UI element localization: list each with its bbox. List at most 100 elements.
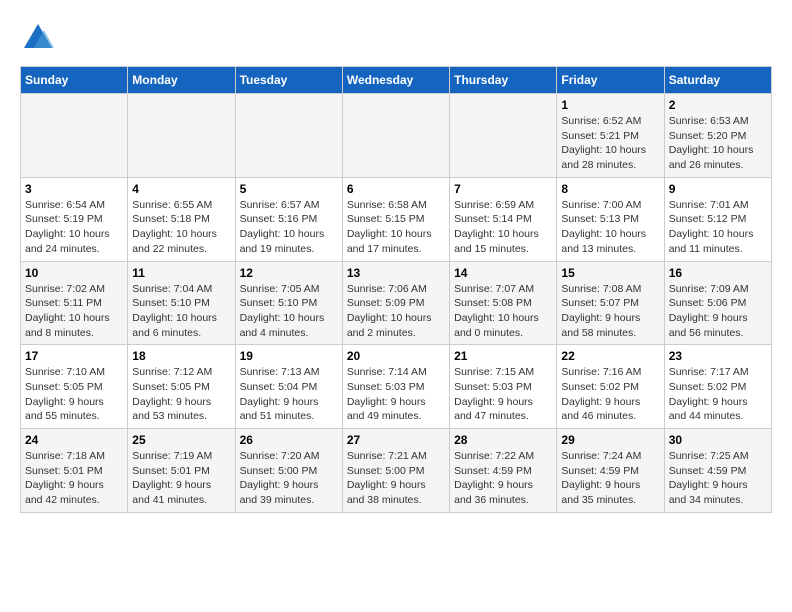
day-number: 24: [25, 433, 123, 447]
day-number: 16: [669, 266, 767, 280]
calendar-cell: 10 Sunrise: 7:02 AM Sunset: 5:11 PM Dayli…: [21, 261, 128, 345]
day-info: Sunrise: 7:05 AM Sunset: 5:10 PM Dayligh…: [240, 282, 338, 341]
day-number: 25: [132, 433, 230, 447]
calendar-week-row: 10 Sunrise: 7:02 AM Sunset: 5:11 PM Dayli…: [21, 261, 772, 345]
day-info: Sunrise: 7:24 AM Sunset: 4:59 PM Dayligh…: [561, 449, 659, 508]
calendar-cell: 19 Sunrise: 7:13 AM Sunset: 5:04 PM Dayli…: [235, 345, 342, 429]
day-number: 26: [240, 433, 338, 447]
day-number: 19: [240, 349, 338, 363]
calendar-cell: [235, 94, 342, 178]
day-info: Sunrise: 7:22 AM Sunset: 4:59 PM Dayligh…: [454, 449, 552, 508]
day-info: Sunrise: 7:25 AM Sunset: 4:59 PM Dayligh…: [669, 449, 767, 508]
day-info: Sunrise: 7:15 AM Sunset: 5:03 PM Dayligh…: [454, 365, 552, 424]
day-info: Sunrise: 7:09 AM Sunset: 5:06 PM Dayligh…: [669, 282, 767, 341]
calendar-cell: 20 Sunrise: 7:14 AM Sunset: 5:03 PM Dayli…: [342, 345, 449, 429]
day-info: Sunrise: 7:02 AM Sunset: 5:11 PM Dayligh…: [25, 282, 123, 341]
day-header-sunday: Sunday: [21, 67, 128, 94]
calendar-cell: 13 Sunrise: 7:06 AM Sunset: 5:09 PM Dayli…: [342, 261, 449, 345]
calendar-cell: [450, 94, 557, 178]
calendar-cell: 15 Sunrise: 7:08 AM Sunset: 5:07 PM Dayli…: [557, 261, 664, 345]
day-info: Sunrise: 7:01 AM Sunset: 5:12 PM Dayligh…: [669, 198, 767, 257]
page-header: [20, 20, 772, 56]
logo-icon: [20, 20, 56, 56]
day-number: 15: [561, 266, 659, 280]
day-header-tuesday: Tuesday: [235, 67, 342, 94]
calendar-cell: 28Sunrise: 7:22 AM Sunset: 4:59 PM Dayli…: [450, 429, 557, 513]
day-info: Sunrise: 7:12 AM Sunset: 5:05 PM Dayligh…: [132, 365, 230, 424]
calendar-cell: 4 Sunrise: 6:55 AM Sunset: 5:18 PM Daylig…: [128, 177, 235, 261]
day-info: Sunrise: 7:16 AM Sunset: 5:02 PM Dayligh…: [561, 365, 659, 424]
day-info: Sunrise: 7:14 AM Sunset: 5:03 PM Dayligh…: [347, 365, 445, 424]
day-info: Sunrise: 7:13 AM Sunset: 5:04 PM Dayligh…: [240, 365, 338, 424]
calendar-cell: 7Sunrise: 6:59 AM Sunset: 5:14 PM Daylig…: [450, 177, 557, 261]
calendar-cell: 24 Sunrise: 7:18 AM Sunset: 5:01 PM Dayli…: [21, 429, 128, 513]
day-number: 4: [132, 182, 230, 196]
day-header-saturday: Saturday: [664, 67, 771, 94]
calendar-cell: 16 Sunrise: 7:09 AM Sunset: 5:06 PM Dayli…: [664, 261, 771, 345]
calendar-cell: [342, 94, 449, 178]
calendar-table: SundayMondayTuesdayWednesdayThursdayFrid…: [20, 66, 772, 513]
day-info: Sunrise: 7:20 AM Sunset: 5:00 PM Dayligh…: [240, 449, 338, 508]
day-info: Sunrise: 7:06 AM Sunset: 5:09 PM Dayligh…: [347, 282, 445, 341]
day-number: 23: [669, 349, 767, 363]
logo: [20, 20, 60, 56]
calendar-week-row: 17 Sunrise: 7:10 AM Sunset: 5:05 PM Dayli…: [21, 345, 772, 429]
calendar-cell: 14 Sunrise: 7:07 AM Sunset: 5:08 PM Dayli…: [450, 261, 557, 345]
day-number: 7: [454, 182, 552, 196]
day-info: Sunrise: 7:07 AM Sunset: 5:08 PM Dayligh…: [454, 282, 552, 341]
calendar-cell: 21Sunrise: 7:15 AM Sunset: 5:03 PM Dayli…: [450, 345, 557, 429]
calendar-cell: 27Sunrise: 7:21 AM Sunset: 5:00 PM Dayli…: [342, 429, 449, 513]
day-info: Sunrise: 6:53 AM Sunset: 5:20 PM Dayligh…: [669, 114, 767, 173]
calendar-cell: [128, 94, 235, 178]
day-number: 2: [669, 98, 767, 112]
day-header-thursday: Thursday: [450, 67, 557, 94]
calendar-cell: 25Sunrise: 7:19 AM Sunset: 5:01 PM Dayli…: [128, 429, 235, 513]
day-number: 3: [25, 182, 123, 196]
day-number: 20: [347, 349, 445, 363]
day-number: 29: [561, 433, 659, 447]
day-info: Sunrise: 7:18 AM Sunset: 5:01 PM Dayligh…: [25, 449, 123, 508]
day-info: Sunrise: 7:08 AM Sunset: 5:07 PM Dayligh…: [561, 282, 659, 341]
day-number: 18: [132, 349, 230, 363]
calendar-header-row: SundayMondayTuesdayWednesdayThursdayFrid…: [21, 67, 772, 94]
calendar-cell: 8Sunrise: 7:00 AM Sunset: 5:13 PM Daylig…: [557, 177, 664, 261]
calendar-cell: 2 Sunrise: 6:53 AM Sunset: 5:20 PM Daylig…: [664, 94, 771, 178]
calendar-cell: 26 Sunrise: 7:20 AM Sunset: 5:00 PM Dayli…: [235, 429, 342, 513]
calendar-cell: 1 Sunrise: 6:52 AM Sunset: 5:21 PM Daylig…: [557, 94, 664, 178]
calendar-cell: 6 Sunrise: 6:58 AM Sunset: 5:15 PM Daylig…: [342, 177, 449, 261]
calendar-week-row: 24 Sunrise: 7:18 AM Sunset: 5:01 PM Dayli…: [21, 429, 772, 513]
calendar-cell: 9 Sunrise: 7:01 AM Sunset: 5:12 PM Daylig…: [664, 177, 771, 261]
day-info: Sunrise: 6:54 AM Sunset: 5:19 PM Dayligh…: [25, 198, 123, 257]
day-number: 17: [25, 349, 123, 363]
calendar-cell: 17 Sunrise: 7:10 AM Sunset: 5:05 PM Dayli…: [21, 345, 128, 429]
calendar-cell: 5Sunrise: 6:57 AM Sunset: 5:16 PM Daylig…: [235, 177, 342, 261]
day-number: 1: [561, 98, 659, 112]
day-number: 10: [25, 266, 123, 280]
day-number: 22: [561, 349, 659, 363]
day-info: Sunrise: 6:52 AM Sunset: 5:21 PM Dayligh…: [561, 114, 659, 173]
day-number: 8: [561, 182, 659, 196]
day-info: Sunrise: 7:17 AM Sunset: 5:02 PM Dayligh…: [669, 365, 767, 424]
day-number: 9: [669, 182, 767, 196]
day-info: Sunrise: 6:55 AM Sunset: 5:18 PM Dayligh…: [132, 198, 230, 257]
calendar-cell: 18 Sunrise: 7:12 AM Sunset: 5:05 PM Dayli…: [128, 345, 235, 429]
day-info: Sunrise: 7:21 AM Sunset: 5:00 PM Dayligh…: [347, 449, 445, 508]
calendar-cell: 22 Sunrise: 7:16 AM Sunset: 5:02 PM Dayli…: [557, 345, 664, 429]
calendar-cell: 11 Sunrise: 7:04 AM Sunset: 5:10 PM Dayli…: [128, 261, 235, 345]
calendar-cell: 29 Sunrise: 7:24 AM Sunset: 4:59 PM Dayli…: [557, 429, 664, 513]
day-info: Sunrise: 7:10 AM Sunset: 5:05 PM Dayligh…: [25, 365, 123, 424]
day-number: 6: [347, 182, 445, 196]
day-info: Sunrise: 7:04 AM Sunset: 5:10 PM Dayligh…: [132, 282, 230, 341]
calendar-week-row: 3 Sunrise: 6:54 AM Sunset: 5:19 PM Daylig…: [21, 177, 772, 261]
calendar-cell: 23 Sunrise: 7:17 AM Sunset: 5:02 PM Dayli…: [664, 345, 771, 429]
day-number: 11: [132, 266, 230, 280]
day-number: 13: [347, 266, 445, 280]
day-header-friday: Friday: [557, 67, 664, 94]
day-number: 5: [240, 182, 338, 196]
calendar-cell: 12Sunrise: 7:05 AM Sunset: 5:10 PM Dayli…: [235, 261, 342, 345]
day-info: Sunrise: 6:58 AM Sunset: 5:15 PM Dayligh…: [347, 198, 445, 257]
day-number: 30: [669, 433, 767, 447]
day-number: 14: [454, 266, 552, 280]
day-header-wednesday: Wednesday: [342, 67, 449, 94]
day-header-monday: Monday: [128, 67, 235, 94]
